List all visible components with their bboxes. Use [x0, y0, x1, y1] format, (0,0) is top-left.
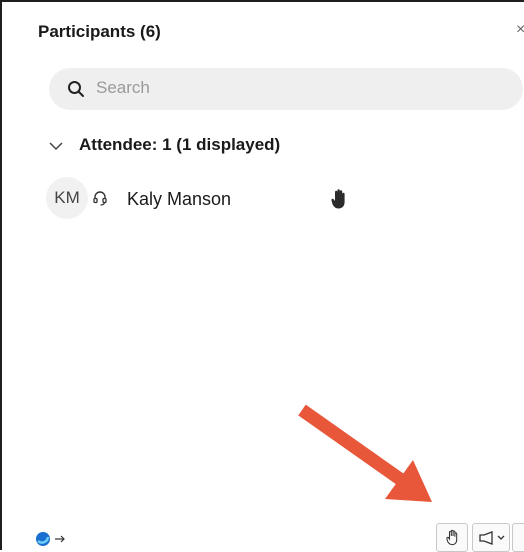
search-placeholder: Search: [96, 78, 150, 97]
attendee-section-label: Attendee: 1 (1 displayed): [79, 135, 281, 154]
annotation-arrow: [298, 404, 432, 502]
megaphone-button[interactable]: [472, 523, 510, 552]
raise-hand-button[interactable]: [436, 523, 468, 552]
more-button[interactable]: [512, 523, 524, 552]
search-input[interactable]: Search: [49, 68, 523, 110]
panel-title: Participants (6): [38, 22, 161, 41]
raise-hand-icon: [446, 529, 458, 546]
close-icon[interactable]: ×: [516, 21, 524, 39]
participants-panel: Participants (6) × Search Attendee: 1 (1…: [0, 0, 524, 552]
app-switch-icon[interactable]: [35, 530, 75, 548]
megaphone-icon: [479, 531, 505, 545]
participant-row[interactable]: KM Kaly Manson: [40, 174, 520, 222]
chevron-down-icon[interactable]: [49, 140, 63, 152]
headset-icon: [93, 191, 107, 206]
search-icon: [68, 81, 84, 97]
raised-hand-icon: [331, 189, 345, 209]
participant-name: Kaly Manson: [127, 189, 232, 209]
avatar: KM: [46, 177, 88, 219]
